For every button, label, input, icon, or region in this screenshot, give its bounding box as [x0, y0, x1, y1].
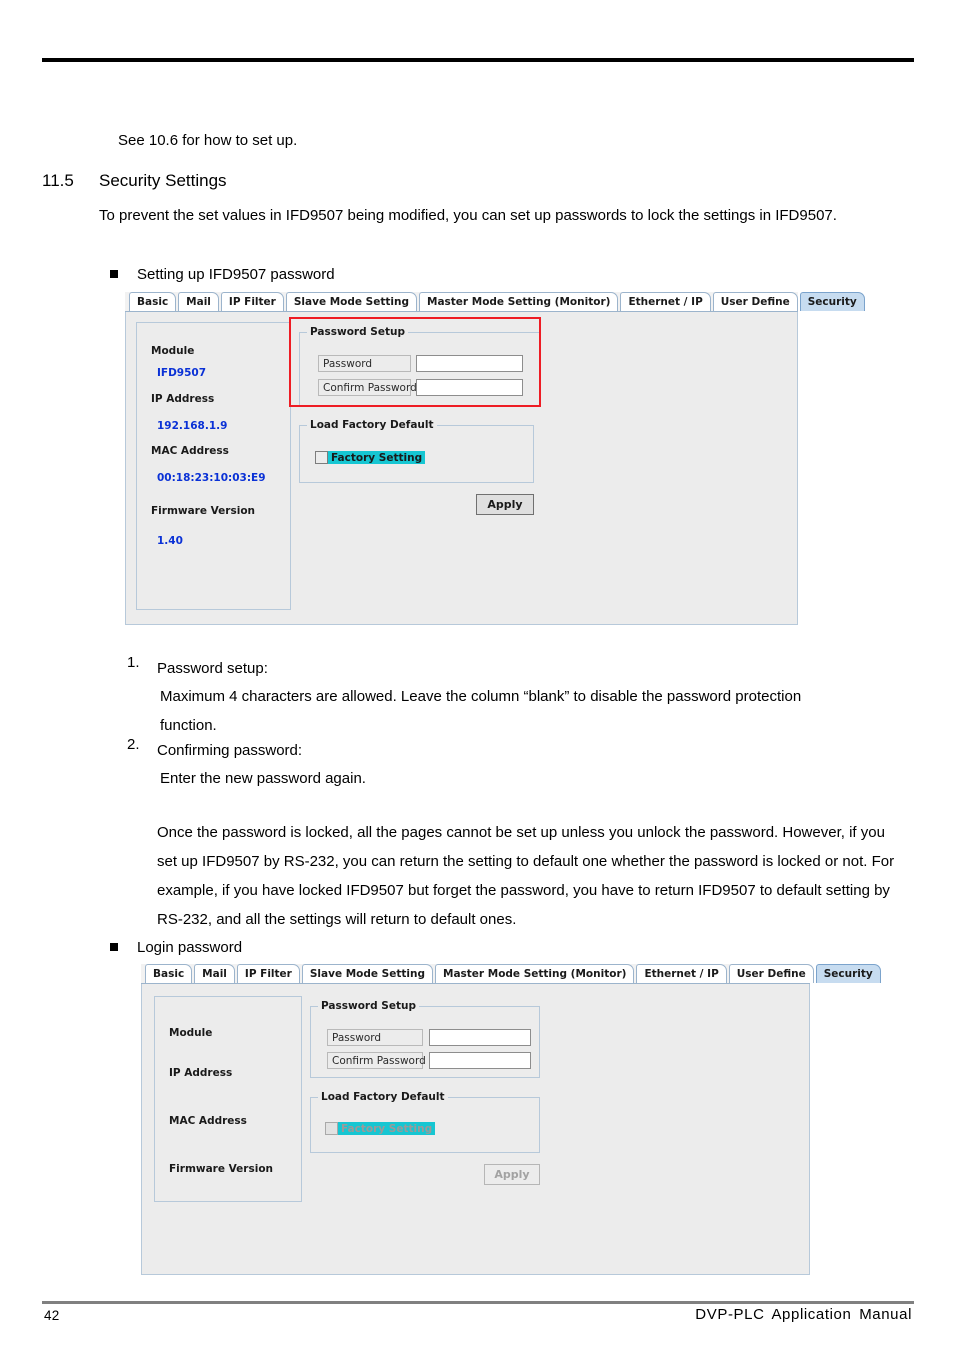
square-bullet-icon: [110, 270, 118, 278]
load-factory-default-title: Load Factory Default: [318, 1091, 448, 1103]
tab-panel-security: Module IP Address MAC Address Firmware V…: [141, 984, 810, 1275]
tab-ethernet-ip[interactable]: Ethernet / IP: [620, 292, 711, 311]
load-factory-default-group: Load Factory Default Factory Setting: [310, 1091, 540, 1153]
checkbox-icon[interactable]: [325, 1122, 338, 1135]
module-label: Module: [151, 345, 195, 357]
list-item-2-number: 2.: [127, 736, 140, 753]
tab-ip-filter[interactable]: IP Filter: [220, 292, 284, 311]
password-setup-group: Password Setup Password Confirm Password: [299, 326, 541, 407]
password-setup-group: Password Setup Password Confirm Password: [310, 1000, 540, 1078]
factory-setting-checkbox-row[interactable]: Factory Setting: [315, 451, 426, 464]
tab-master-mode-setting[interactable]: Master Mode Setting (Monitor): [435, 964, 635, 983]
ip-address-label: IP Address: [151, 393, 215, 405]
tab-security[interactable]: Security: [815, 964, 881, 983]
tab-slave-mode-setting[interactable]: Slave Mode Setting: [285, 292, 417, 311]
ip-address-label: IP Address: [169, 1067, 233, 1079]
confirm-password-label: Confirm Password: [327, 1052, 426, 1069]
tab-panel-security: Module IFD9507 IP Address 192.168.1.9 MA…: [125, 312, 798, 625]
tab-basic[interactable]: Basic: [145, 964, 193, 983]
factory-setting-label: Factory Setting: [341, 1122, 433, 1135]
section-paragraph: To prevent the set values in IFD9507 bei…: [99, 207, 837, 224]
apply-button[interactable]: Apply: [476, 494, 534, 515]
mac-address-label: MAC Address: [169, 1115, 247, 1127]
factory-setting-checkbox-row[interactable]: Factory Setting: [325, 1122, 436, 1135]
page-title: Security Settings: [99, 171, 227, 190]
password-setup-title: Password Setup: [318, 1000, 419, 1012]
list-item-1-body: Maximum 4 characters are allowed. Leave …: [160, 688, 802, 734]
mac-address-value: 00:18:23:10:03:E9: [157, 472, 266, 484]
page-number: 42: [44, 1308, 60, 1323]
confirm-password-input[interactable]: [416, 379, 523, 396]
tab-security[interactable]: Security: [799, 292, 865, 311]
tab-mail[interactable]: Mail: [194, 964, 235, 983]
tab-slave-mode-setting[interactable]: Slave Mode Setting: [301, 964, 433, 983]
header-rule: [42, 58, 914, 62]
firmware-version-label: Firmware Version: [169, 1163, 274, 1175]
mac-address-label: MAC Address: [151, 445, 229, 457]
tab-basic[interactable]: Basic: [129, 292, 177, 311]
tab-bar: Basic Mail IP Filter Slave Mode Setting …: [125, 292, 865, 312]
ifd9507-config-screenshot-login: Basic Mail IP Filter Slave Mode Setting …: [141, 964, 881, 1275]
factory-setting-label: Factory Setting: [331, 451, 423, 464]
password-label: Password: [318, 355, 411, 372]
list-item-2-title: Confirming password:: [157, 742, 303, 759]
confirm-password-input[interactable]: [429, 1052, 531, 1069]
square-bullet-icon: [110, 943, 118, 951]
module-info-panel: Module IFD9507 IP Address 192.168.1.9 MA…: [136, 322, 291, 610]
note-paragraph: Once the password is locked, all the pag…: [157, 824, 895, 928]
tab-ip-filter[interactable]: IP Filter: [236, 964, 300, 983]
list-item-1-title: Password setup:: [157, 660, 268, 677]
bullet-label: Setting up IFD9507 password: [137, 266, 335, 283]
bullet-setting-up-password: Setting up IFD9507 password: [110, 266, 335, 283]
firmware-version-value: 1.40: [157, 535, 183, 547]
apply-button[interactable]: Apply: [484, 1164, 540, 1185]
module-label: Module: [169, 1027, 213, 1039]
module-value: IFD9507: [157, 367, 207, 379]
manual-title: DVP-PLC Application Manual: [695, 1306, 912, 1323]
password-label: Password: [327, 1029, 423, 1046]
list-item-1-number: 1.: [127, 654, 140, 671]
module-info-panel: Module IP Address MAC Address Firmware V…: [154, 996, 302, 1202]
tab-master-mode-setting[interactable]: Master Mode Setting (Monitor): [419, 292, 619, 311]
footer-rule: [42, 1301, 914, 1304]
tab-user-define[interactable]: User Define: [712, 292, 798, 311]
tab-bar: Basic Mail IP Filter Slave Mode Setting …: [141, 964, 881, 984]
password-input[interactable]: [416, 355, 523, 372]
tab-ethernet-ip[interactable]: Ethernet / IP: [636, 964, 727, 983]
list-item-2-body: Enter the new password again.: [160, 770, 366, 787]
tab-user-define[interactable]: User Define: [728, 964, 814, 983]
firmware-version-label: Firmware Version: [151, 505, 256, 517]
ip-address-value: 192.168.1.9: [157, 420, 228, 432]
document-page: See 10.6 for how to set up. 11.5 Securit…: [0, 0, 954, 1350]
checkbox-icon[interactable]: [315, 451, 328, 464]
bullet-login-password: Login password: [110, 939, 242, 956]
ifd9507-config-screenshot-setup: Basic Mail IP Filter Slave Mode Setting …: [125, 292, 865, 625]
load-factory-default-title: Load Factory Default: [307, 419, 437, 431]
confirm-password-label: Confirm Password: [318, 379, 417, 396]
load-factory-default-group: Load Factory Default Factory Setting: [299, 419, 534, 483]
tab-mail[interactable]: Mail: [178, 292, 219, 311]
section-number: 11.5: [42, 171, 74, 190]
intro-line: See 10.6 for how to set up.: [118, 132, 298, 149]
bullet-label: Login password: [137, 939, 243, 956]
password-setup-title: Password Setup: [307, 326, 408, 338]
password-input[interactable]: [429, 1029, 531, 1046]
